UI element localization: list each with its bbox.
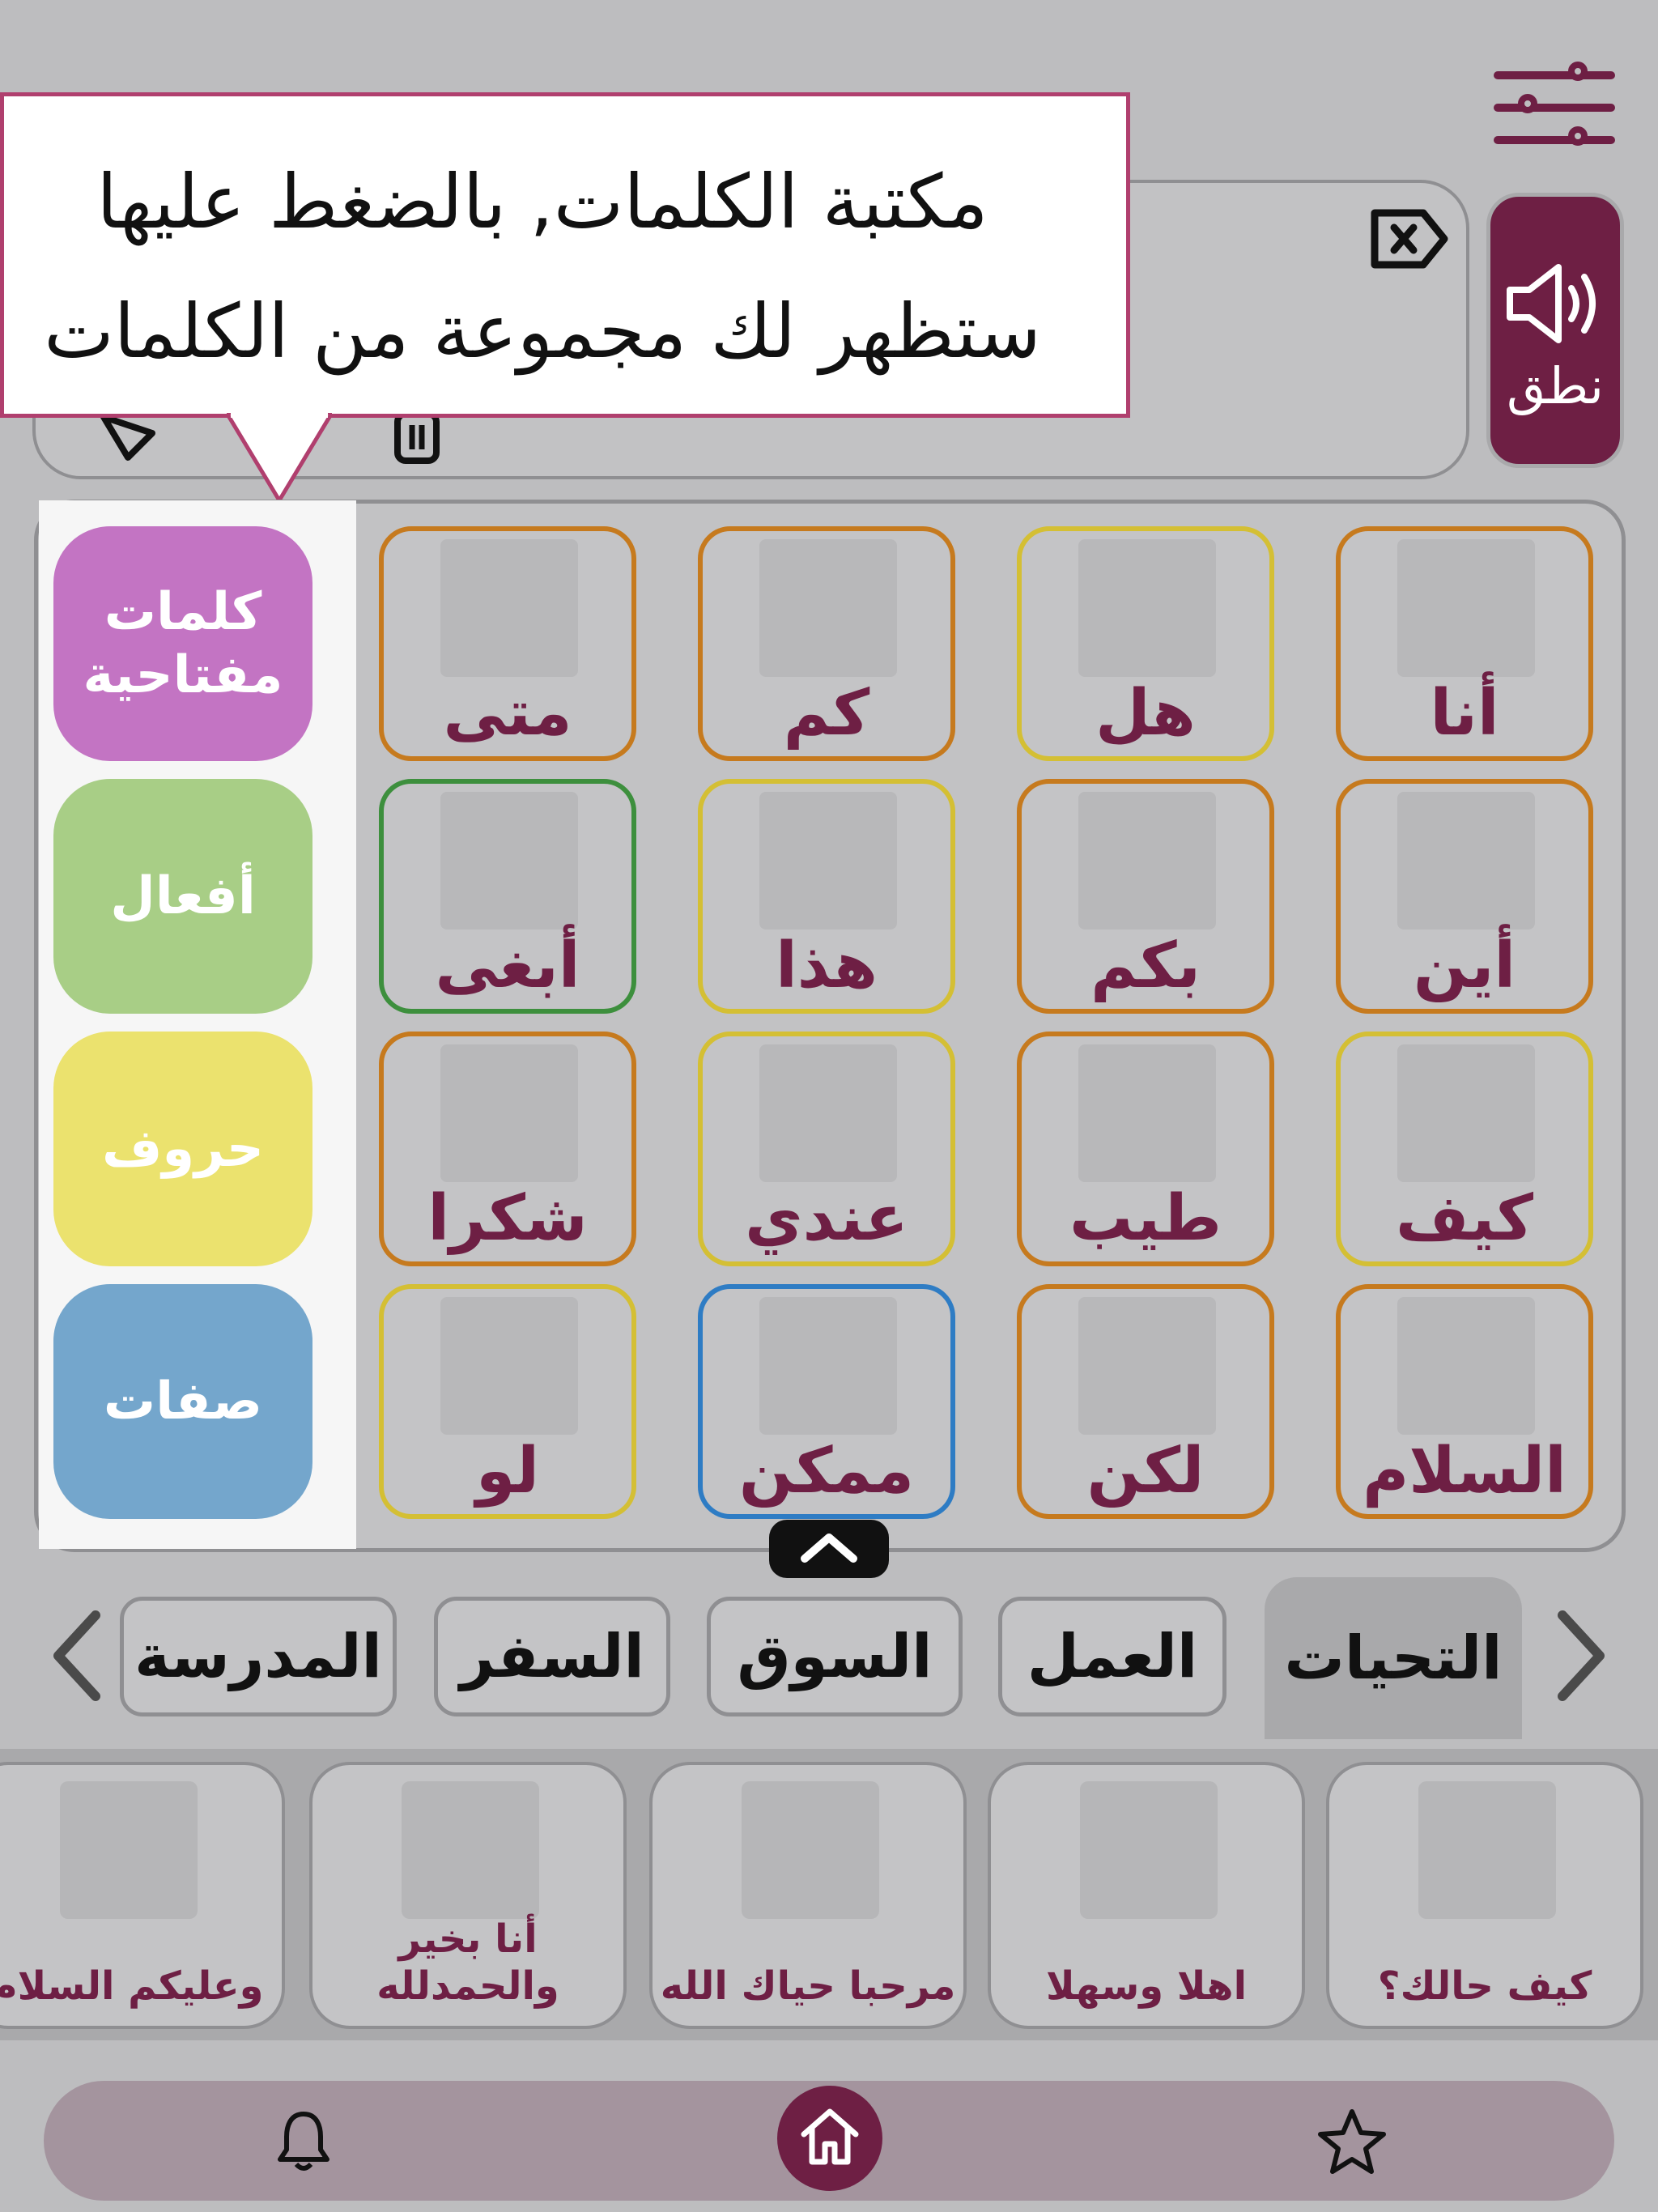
word-tile-label: كيف	[1395, 1182, 1534, 1255]
clock-question-icon	[440, 539, 578, 677]
person-holding-icon	[759, 1044, 897, 1182]
tooltip-pointer	[223, 410, 336, 504]
word-tile-label: بكم	[1090, 929, 1201, 1002]
word-tile[interactable]: لكن	[1017, 1284, 1274, 1519]
settings-menu-icon[interactable]	[1494, 62, 1615, 152]
phrase-button[interactable]: أنا بخير والحمدلله	[309, 1762, 627, 2029]
star-icon[interactable]	[1316, 2107, 1388, 2176]
word-tile-label: أين	[1413, 929, 1516, 1002]
word-tile[interactable]: عندي	[698, 1032, 955, 1266]
phrase-button[interactable]: مرحبا حياك الله	[649, 1762, 967, 2029]
word-tile-label: لو	[475, 1435, 540, 1508]
word-tile-label: السلام	[1363, 1435, 1567, 1508]
tooltip-line-2: ستظهر لك مجموعة من الكلمات	[44, 288, 1041, 375]
word-tile-label: عندي	[745, 1182, 908, 1255]
clear-backspace-icon[interactable]	[1368, 206, 1449, 271]
word-tile-label: أنا	[1430, 677, 1499, 750]
word-tile[interactable]: لو	[379, 1284, 636, 1519]
word-tile[interactable]: أنا	[1336, 526, 1593, 761]
child-wanting-icon	[440, 792, 578, 929]
phrase-label: مرحبا حياك الله	[660, 1963, 956, 2009]
speaker-icon	[1502, 259, 1607, 348]
category-letters-button[interactable]: حروف	[53, 1032, 312, 1266]
pointing-hand-icon	[759, 792, 897, 929]
tooltip-text: مكتبة الكلمات, بالضغط عليها ستظهر لك مجم…	[16, 138, 1069, 397]
thank-you-person-icon	[440, 1044, 578, 1182]
speak-label: نطق	[1507, 356, 1604, 415]
dots-question-icon	[759, 539, 897, 677]
phrase-button[interactable]: وعليكم السلام	[0, 1762, 285, 2029]
word-tile-label: كم	[783, 677, 870, 750]
phrase-button[interactable]: كيف حالك؟	[1326, 1762, 1643, 2029]
man-greeting-icon	[1397, 1297, 1535, 1435]
word-tile[interactable]: ممكن	[698, 1284, 955, 1519]
man-greeting-icon	[60, 1781, 198, 1919]
woman-asking-icon	[759, 1297, 897, 1435]
handshake-people-icon	[742, 1781, 879, 1919]
bell-icon[interactable]	[275, 2109, 332, 2174]
tab-travel[interactable]: السفر	[434, 1597, 670, 1716]
self-pointing-icon	[1397, 539, 1535, 677]
category-keywords-button[interactable]: كلمات مفتاحية	[53, 526, 312, 761]
tooltip-line-1: مكتبة الكلمات, بالضغط عليها	[96, 159, 988, 245]
praying-hands-heart-icon	[402, 1781, 539, 1919]
word-tile-label: لكن	[1086, 1435, 1205, 1508]
category-verbs-button[interactable]: أفعال	[53, 779, 312, 1014]
word-tile-label: شكرا	[427, 1182, 588, 1255]
tab-market[interactable]: السوق	[707, 1597, 963, 1716]
red-x-icon	[1078, 1297, 1216, 1435]
word-tile[interactable]: أبغى	[379, 779, 636, 1014]
phrase-label: كيف حالك؟	[1377, 1963, 1592, 2009]
word-tile-label: طيب	[1069, 1182, 1222, 1255]
word-tile[interactable]: شكرا	[379, 1032, 636, 1266]
phrase-label: اهلا وسهلا	[1045, 1963, 1248, 2009]
word-tile-label: هل	[1095, 677, 1196, 750]
tabs-left-arrow-icon[interactable]	[49, 1607, 105, 1728]
word-tile[interactable]: أين	[1336, 779, 1593, 1014]
word-tile[interactable]: كم	[698, 526, 955, 761]
word-tile-label: هذا	[776, 929, 878, 1002]
category-adjectives-button[interactable]: صفات	[53, 1284, 312, 1519]
expand-handle[interactable]	[769, 1520, 889, 1578]
tab-greetings[interactable]: التحيات	[1265, 1577, 1522, 1739]
phrase-label: أنا بخير والحمدلله	[376, 1916, 559, 2009]
word-tile[interactable]: بكم	[1017, 779, 1274, 1014]
word-tile-label: أبغى	[435, 929, 580, 1002]
tab-school[interactable]: المدرسة	[120, 1597, 397, 1716]
tab-work[interactable]: العمل	[998, 1597, 1226, 1716]
word-tile[interactable]: كيف	[1336, 1032, 1593, 1266]
home-icon	[797, 2104, 862, 2168]
boy-thinking-icon	[1397, 792, 1535, 929]
waving-hand-icon	[1080, 1781, 1218, 1919]
two-people-question-icon	[1078, 539, 1216, 677]
word-tile-label: ممكن	[738, 1435, 915, 1508]
word-tile[interactable]: السلام	[1336, 1284, 1593, 1519]
phrase-label: وعليكم السلام	[0, 1963, 264, 2009]
word-tile-label: متى	[443, 677, 572, 750]
word-tile[interactable]: هذا	[698, 779, 955, 1014]
question-circle-icon	[1397, 1044, 1535, 1182]
tabs-right-arrow-icon[interactable]	[1553, 1607, 1609, 1728]
boy-question-icon	[1418, 1781, 1556, 1919]
phrase-button[interactable]: اهلا وسهلا	[988, 1762, 1305, 2029]
word-tile[interactable]: متى	[379, 526, 636, 761]
word-tile[interactable]: هل	[1017, 526, 1274, 761]
word-tile[interactable]: طيب	[1017, 1032, 1274, 1266]
two-men-talking-icon	[440, 1297, 578, 1435]
dots-question-icon	[1078, 792, 1216, 929]
thumbs-up-check-icon	[1078, 1044, 1216, 1182]
